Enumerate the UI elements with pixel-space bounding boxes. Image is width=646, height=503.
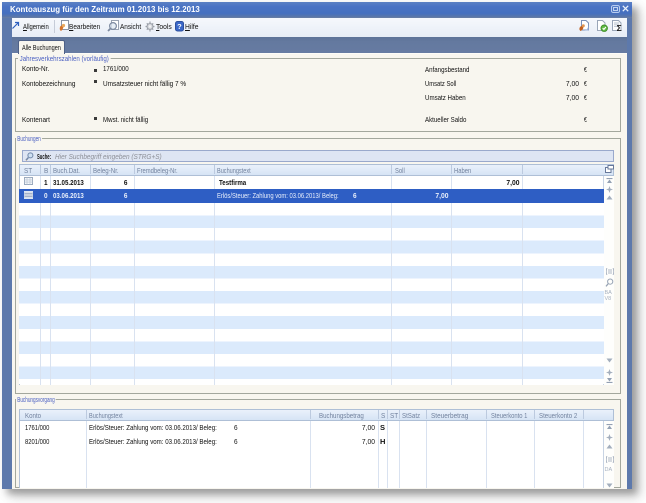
svg-text:Σ: Σ bbox=[617, 23, 622, 32]
svg-text:?: ? bbox=[177, 22, 182, 31]
